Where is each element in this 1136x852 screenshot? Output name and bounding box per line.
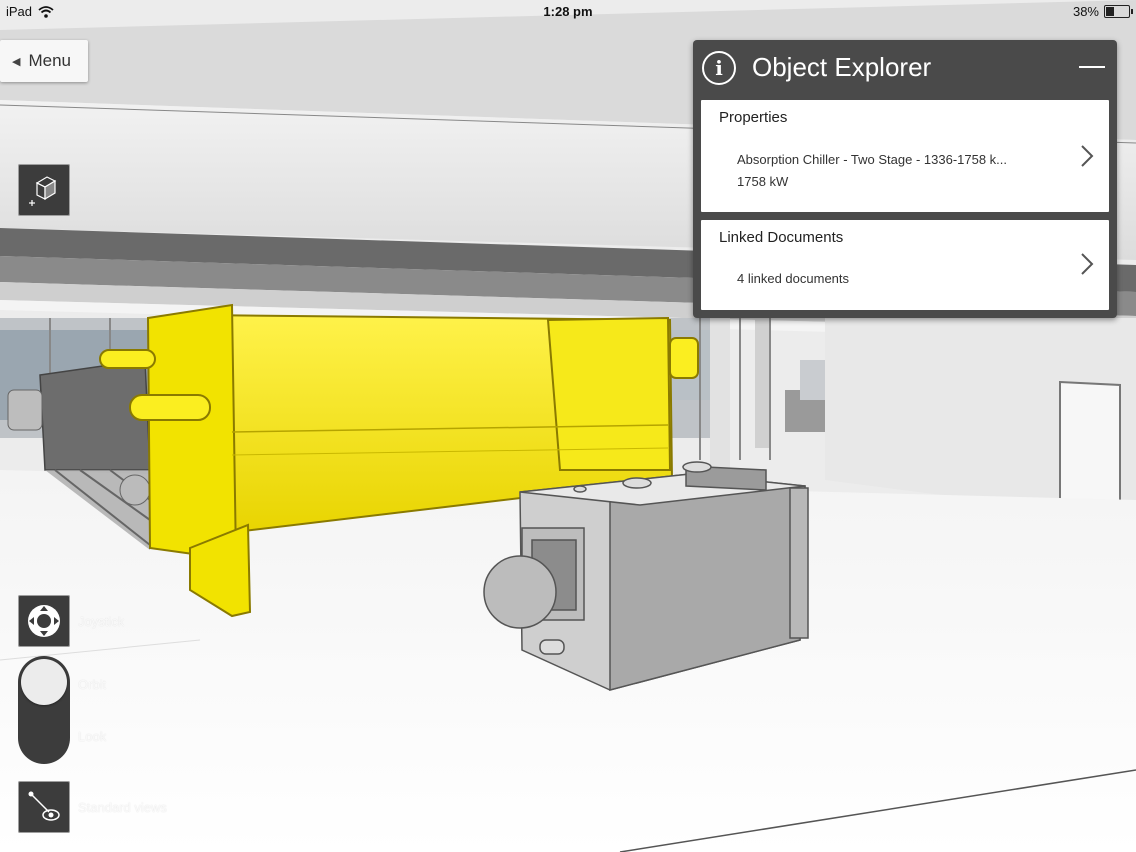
object-name: Absorption Chiller - Two Stage - 1336-17… <box>737 152 1008 167</box>
menu-button[interactable]: ◀ Menu <box>0 40 88 82</box>
back-triangle-icon: ◀ <box>12 55 21 68</box>
object-explorer-title: Object Explorer <box>752 52 932 82</box>
look-label: Look <box>78 729 107 744</box>
orbit-knob-icon[interactable] <box>21 659 67 705</box>
status-time: 1:28 pm <box>543 4 593 19</box>
properties-heading: Properties <box>719 109 788 126</box>
orbit-label: Orbit <box>78 677 107 692</box>
status-bar: iPad 1:28 pm 38% <box>0 0 1136 22</box>
standard-views-label: Standard views <box>78 800 167 815</box>
orbit-look-toggle[interactable] <box>18 656 70 764</box>
linked-documents-card[interactable]: Linked Documents 4 linked documents <box>701 220 1109 310</box>
battery-percent: 38% <box>1072 4 1099 19</box>
minimize-icon[interactable] <box>1079 66 1105 68</box>
joystick-label: Joystick <box>78 614 125 629</box>
battery-level-fill <box>1106 7 1114 16</box>
battery-icon <box>1104 5 1133 18</box>
standard-views-button[interactable] <box>18 781 70 833</box>
object-explorer-panel: i Object Explorer Properties Absorption … <box>693 40 1117 318</box>
properties-card[interactable]: Properties Absorption Chiller - Two Stag… <box>701 100 1109 212</box>
info-icon[interactable]: i <box>702 51 736 85</box>
status-right: 38% <box>1072 4 1133 19</box>
joystick-button[interactable] <box>18 595 70 647</box>
add-box-button[interactable] <box>18 164 70 216</box>
linked-documents-summary: 4 linked documents <box>737 271 850 286</box>
object-explorer-header: i Object Explorer <box>693 40 1117 98</box>
add-box-icon <box>29 176 57 206</box>
object-capacity: 1758 kW <box>737 174 789 189</box>
linked-documents-heading: Linked Documents <box>719 229 844 246</box>
standard-views-icon <box>28 791 60 821</box>
menu-label: Menu <box>28 51 71 70</box>
chevron-right-icon <box>1081 253 1094 275</box>
chevron-right-icon <box>1081 145 1094 167</box>
joystick-icon <box>28 605 60 637</box>
